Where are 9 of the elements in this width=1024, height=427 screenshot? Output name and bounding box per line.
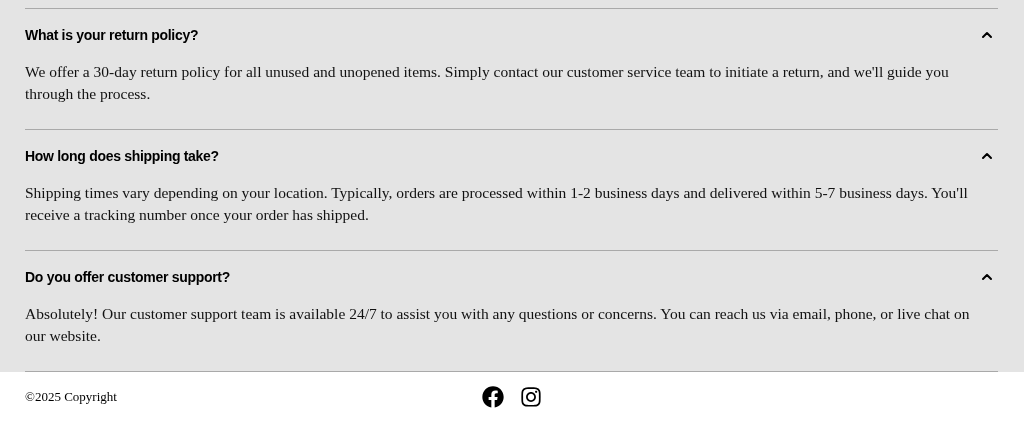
faq-question[interactable]: Do you offer customer support? bbox=[25, 251, 998, 303]
faq-answer: We offer a 30-day return policy for all unused and unopened items. Simply contact our customer service team to initiate a return, and we'll guide you through the process. bbox=[25, 62, 950, 104]
faq-answer: Shipping times vary depending on your location. Typically, orders are processed within 1-2 business days and delivered within 5-7 business days. You'll receive a tracking number once your order has shipped. bbox=[25, 183, 969, 225]
faq-question[interactable]: What is your return policy? bbox=[25, 9, 998, 61]
facebook-icon[interactable] bbox=[482, 386, 504, 408]
faq-question[interactable]: How long does shipping take? bbox=[25, 130, 998, 182]
copyright-text: ©2025 Copyright bbox=[25, 388, 118, 407]
instagram-icon[interactable] bbox=[520, 386, 542, 408]
faq-answer: Absolutely! Our customer support team is available 24/7 to assist you with any questions or concerns. You can reach us via email, phone, or live chat on our website. bbox=[25, 304, 971, 346]
